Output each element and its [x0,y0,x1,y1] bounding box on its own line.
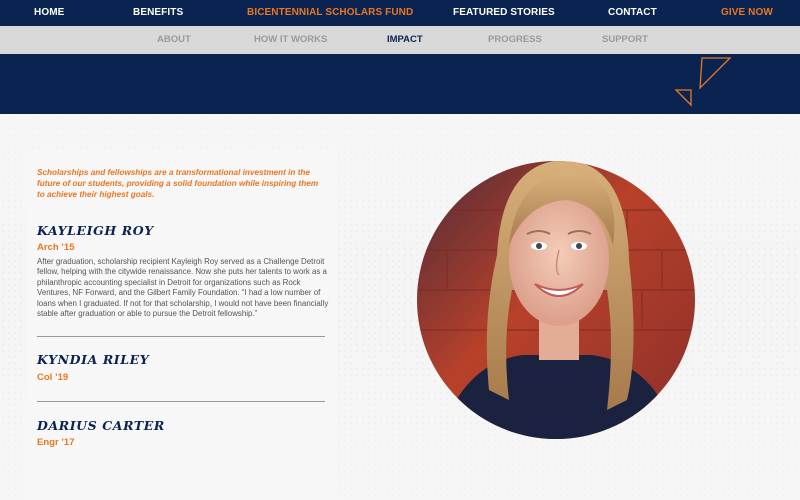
subnav-about-link[interactable]: ABOUT [157,26,191,54]
nav-home-link[interactable]: HOME [34,0,64,26]
subnav-progress-link[interactable]: PROGRESS [488,26,542,54]
hero-banner [0,54,800,114]
person-year-kyndia: Col ’19 [37,372,69,383]
nav-fund-link[interactable]: BICENTENNIAL SCHOLARS FUND [247,0,413,26]
nav-contact-link[interactable]: CONTACT [608,0,657,26]
sub-nav: ABOUT HOW IT WORKS IMPACT PROGRESS SUPPO… [0,26,800,54]
nav-featured-stories-link[interactable]: FEATURED STORIES [453,0,555,26]
divider [37,401,325,402]
portrait-photo [417,161,695,439]
triangle-decoration-icon [674,57,732,107]
intro-text: Scholarships and fellowships are a trans… [37,168,319,199]
top-nav: HOME BENEFITS BICENTENNIAL SCHOLARS FUND… [0,0,800,26]
subnav-support-link[interactable]: SUPPORT [602,26,648,54]
person-year-darius: Engr ’17 [37,437,75,448]
nav-benefits-link[interactable]: BENEFITS [133,0,183,26]
person-name-kyndia[interactable]: KYNDIA RILEY [37,352,149,367]
subnav-impact-link[interactable]: IMPACT [387,26,423,54]
person-bio-kayleigh: After graduation, scholarship recipient … [37,257,329,319]
person-name-darius[interactable]: DARIUS CARTER [37,418,165,433]
person-name-kayleigh[interactable]: KAYLEIGH ROY [37,223,154,238]
divider [37,336,325,337]
person-year-kayleigh: Arch ’15 [37,242,75,253]
give-now-button[interactable]: GIVE NOW [721,0,773,26]
subnav-how-it-works-link[interactable]: HOW IT WORKS [254,26,327,54]
